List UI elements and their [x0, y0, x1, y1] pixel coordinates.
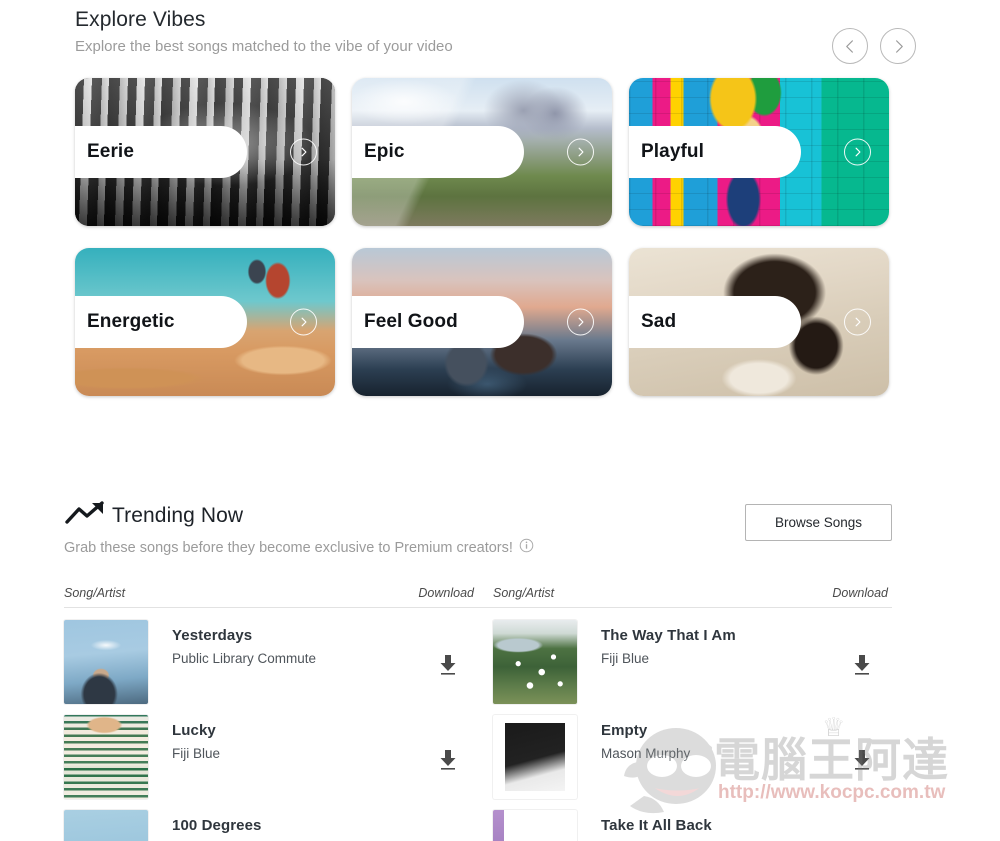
- download-button[interactable]: [832, 620, 892, 676]
- chevron-left-icon: [843, 39, 858, 54]
- header-song-artist: Song/Artist: [64, 586, 126, 600]
- download-icon: [852, 654, 872, 676]
- page-title: Explore Vibes: [75, 8, 206, 31]
- song-meta: Lucky Fiji Blue: [148, 715, 418, 761]
- vibe-card-label-pill: Feel Good: [352, 296, 524, 348]
- column-header-left: Song/Artist Download: [64, 586, 478, 608]
- song-title: Lucky: [172, 722, 216, 739]
- chevron-right-icon[interactable]: [567, 308, 594, 336]
- download-button[interactable]: [832, 715, 892, 771]
- vibe-card-label-pill: Epic: [352, 126, 524, 178]
- header-download: Download: [832, 586, 888, 600]
- vibe-card-label: Playful: [641, 141, 704, 162]
- header-download: Download: [418, 586, 474, 600]
- vibe-card-playful[interactable]: Playful: [629, 78, 889, 226]
- vibe-card-sad[interactable]: Sad: [629, 248, 889, 396]
- vibe-card-label: Sad: [641, 311, 677, 332]
- vibes-carousel-nav: [832, 28, 916, 64]
- song-title: Empty: [601, 722, 648, 739]
- song-artist: Mason Murphy: [601, 746, 691, 761]
- vibe-card-grid: Eerie Epic Playful Energetic Feel Good Sad: [75, 78, 890, 396]
- song-row[interactable]: Yesterdays Public Library Commute: [64, 608, 478, 704]
- song-row[interactable]: 100 DegreesPublic Library Commute: [64, 798, 478, 841]
- album-art-thumbnail: [64, 620, 148, 704]
- vibe-card-label: Eerie: [87, 141, 134, 162]
- chevron-right-icon[interactable]: [290, 308, 317, 336]
- chevron-right-icon: [891, 39, 906, 54]
- explore-vibes-header: Explore Vibes Explore the best songs mat…: [75, 6, 895, 57]
- song-row[interactable]: Take It All BackJudah Holm: [478, 798, 892, 841]
- song-meta: Empty Mason Murphy: [577, 715, 832, 761]
- download-icon: [852, 749, 872, 771]
- chevron-right-icon[interactable]: [844, 308, 871, 336]
- song-title: The Way That I Am: [601, 627, 736, 644]
- song-title: Take It All Back: [601, 817, 712, 834]
- download-button[interactable]: [418, 715, 478, 771]
- chevron-right-icon[interactable]: [290, 138, 317, 166]
- vibe-card-energetic[interactable]: Energetic: [75, 248, 335, 396]
- vibe-card-feel-good[interactable]: Feel Good: [352, 248, 612, 396]
- song-meta: 100 DegreesPublic Library Commute: [148, 810, 418, 841]
- song-row[interactable]: Lucky Fiji Blue: [64, 703, 478, 799]
- info-circle-icon[interactable]: [519, 538, 534, 558]
- album-art-thumbnail: [493, 715, 577, 799]
- songs-column-left: Song/Artist Download Yesterdays Public Li…: [64, 586, 478, 841]
- song-row[interactable]: The Way That I Am Fiji Blue: [478, 608, 892, 704]
- browse-songs-button[interactable]: Browse Songs: [745, 504, 892, 541]
- page-subtitle: Explore the best songs matched to the vi…: [75, 38, 453, 55]
- songs-column-right: Song/Artist Download The Way That I Am Fi…: [478, 586, 892, 841]
- trending-subtitle: Grab these songs before they become excl…: [64, 540, 513, 556]
- vibe-card-label-pill: Energetic: [75, 296, 247, 348]
- song-meta: Yesterdays Public Library Commute: [148, 620, 418, 666]
- trending-title: Trending Now: [112, 503, 244, 527]
- song-title: Yesterdays: [172, 627, 253, 644]
- header-song-artist: Song/Artist: [493, 586, 555, 600]
- trending-songs-table: Song/Artist Download Yesterdays Public Li…: [64, 586, 892, 841]
- download-icon: [438, 749, 458, 771]
- carousel-next-button[interactable]: [880, 28, 916, 64]
- song-row[interactable]: Empty Mason Murphy: [478, 703, 892, 799]
- song-meta: The Way That I Am Fiji Blue: [577, 620, 832, 666]
- vibe-card-epic[interactable]: Epic: [352, 78, 612, 226]
- vibe-card-label-pill: Sad: [629, 296, 801, 348]
- vibe-card-label: Feel Good: [364, 311, 458, 332]
- song-title: 100 Degrees: [172, 817, 262, 834]
- album-art-thumbnail: [64, 810, 148, 841]
- vibe-card-label: Epic: [364, 141, 405, 162]
- download-button[interactable]: [418, 810, 478, 841]
- album-art-thumbnail: [64, 715, 148, 799]
- vibe-card-label-pill: Eerie: [75, 126, 247, 178]
- vibe-card-label-pill: Playful: [629, 126, 801, 178]
- download-icon: [438, 654, 458, 676]
- download-button[interactable]: [832, 810, 892, 841]
- chevron-right-icon[interactable]: [567, 138, 594, 166]
- vibe-card-label: Energetic: [87, 311, 175, 332]
- trending-up-arrow-icon: [64, 500, 108, 531]
- vibe-card-eerie[interactable]: Eerie: [75, 78, 335, 226]
- chevron-right-icon[interactable]: [844, 138, 871, 166]
- song-artist: Fiji Blue: [172, 746, 221, 761]
- trending-now-section: Trending Now Grab these songs before the…: [64, 500, 892, 558]
- column-header-right: Song/Artist Download: [478, 586, 892, 608]
- song-artist: Public Library Commute: [172, 651, 317, 666]
- carousel-prev-button[interactable]: [832, 28, 868, 64]
- song-meta: Take It All BackJudah Holm: [577, 810, 832, 841]
- album-art-thumbnail: [493, 810, 577, 841]
- song-artist: Fiji Blue: [601, 651, 650, 666]
- album-art-thumbnail: [493, 620, 577, 704]
- download-button[interactable]: [418, 620, 478, 676]
